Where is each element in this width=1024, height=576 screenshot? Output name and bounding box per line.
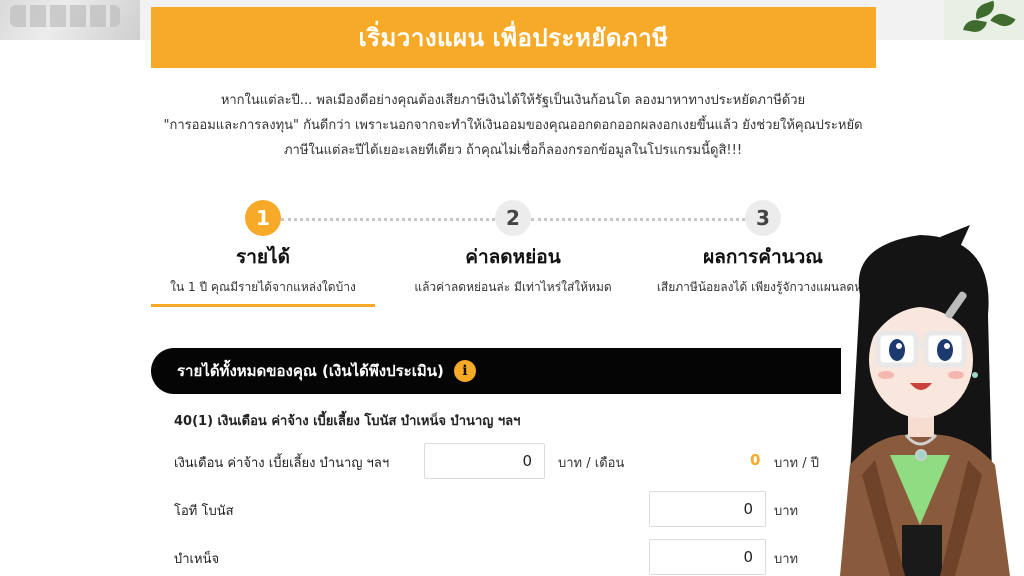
step-number-1: 1 [245,200,281,236]
salary-unit-year: บาท / ปี [774,456,820,471]
active-step-indicator [151,304,375,307]
step-deductions[interactable]: 2 ค่าลดหย่อน แล้วค่าลดหย่อนล่ะ มีเท่าไหร… [383,200,643,297]
keyboard-decoration [0,0,140,40]
step-number-2: 2 [495,200,531,236]
income-section-header: รายได้ทั้งหมดของคุณ (เงินได้พึงประเมิน) … [151,348,841,394]
page-banner: เริ่มวางแผน เพื่อประหยัดภาษี [151,7,876,68]
bonus-label: โอที โบนัส [174,504,234,519]
salary-yearly-value: 0 [750,451,761,469]
intro-line: "การออมและการลงทุน" กันดีกว่า เพราะนอกจา… [163,118,863,133]
pension-input[interactable]: 0 [649,539,766,575]
page-title-main: เริ่มวางแผน [358,24,485,52]
step-description: แล้วค่าลดหย่อนล่ะ มีเท่าไหร่ใส่ให้หมด [414,280,612,294]
salary-label: เงินเดือน ค่าจ้าง เบี้ยเลี้ยง บำนาญ ฯลฯ [174,456,390,471]
step-number-3: 3 [745,200,781,236]
step-title: ค่าลดหย่อน [465,246,561,268]
plant-decoration [944,0,1024,40]
step-description: ใน 1 ปี คุณมีรายได้จากแหล่งใดบ้าง [170,280,356,294]
page-title-accent: เพื่อประหยัดภาษี [492,24,669,52]
info-icon[interactable]: i [453,360,476,382]
intro-line: ภาษีในแต่ละปีได้เยอะเลยทีเดียว ถ้าคุณไม่… [283,143,743,158]
bonus-unit: บาท [774,504,799,519]
step-title: รายได้ [236,246,290,268]
intro-line: หากในแต่ละปี... พลเมืองดีอย่างคุณต้องเสี… [220,93,806,108]
bonus-input[interactable]: 0 [649,491,766,527]
pension-unit: บาท [774,552,799,567]
section-title: รายได้ทั้งหมดของคุณ (เงินได้พึงประเมิน) [177,362,444,380]
salary-unit-month: บาท / เดือน [558,456,625,471]
step-income[interactable]: 1 รายได้ ใน 1 ปี คุณมีรายได้จากแหล่งใดบ้… [133,200,393,297]
subsection-title: 40(1) เงินเดือน ค่าจ้าง เบี้ยเลี้ยง โบนั… [174,414,521,429]
salary-input[interactable]: 0 [424,443,545,479]
cartoon-character-illustration [840,225,1010,576]
intro-paragraph: หากในแต่ละปี... พลเมืองดีอย่างคุณต้องเสี… [150,88,876,163]
pension-label: บำเหน็จ [174,552,220,567]
page-title: เริ่มวางแผน เพื่อประหยัดภาษี [358,18,668,57]
